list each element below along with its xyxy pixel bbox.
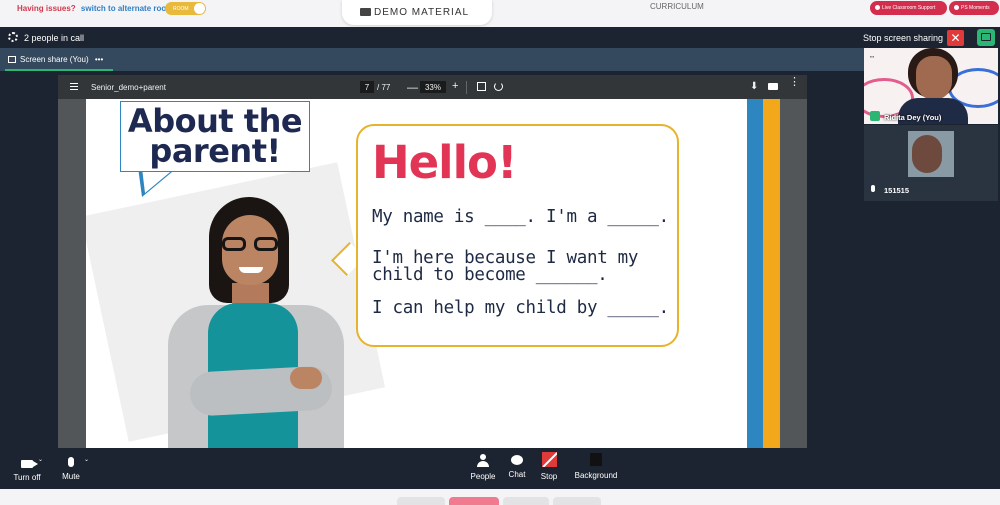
- tab-screen-share[interactable]: Screen share (You) •••: [8, 55, 103, 64]
- issues-notice: Having issues? switch to alternate room: [17, 4, 173, 13]
- toolbar-divider: [466, 81, 467, 94]
- live-support-label: Live Classroom Support: [882, 5, 936, 11]
- pdf-toolbar: Senior_demo+parent 7 / 77 — 33% + ⬇ ⋮: [58, 75, 807, 99]
- video-camera-icon: [21, 460, 38, 468]
- chat-button[interactable]: Chat: [505, 448, 529, 479]
- top-bar: Having issues? switch to alternate room …: [0, 0, 1000, 26]
- parent-illustration: [160, 197, 350, 448]
- page-number-input[interactable]: 7: [360, 81, 374, 93]
- document-name: Senior_demo+parent: [91, 83, 166, 92]
- prompt-line-1: My name is ____. I'm a _____.: [372, 207, 669, 227]
- gear-icon[interactable]: [8, 32, 18, 42]
- stop-sharing-close-button[interactable]: ✕: [947, 30, 964, 46]
- participant-name: Ridita Dey (You): [884, 113, 942, 122]
- stop-sharing-label[interactable]: Stop screen sharing: [863, 33, 943, 43]
- curriculum-tab[interactable]: CURRICULUM: [650, 2, 704, 11]
- mic-icon: [871, 185, 875, 192]
- toggle-knob: [194, 3, 205, 14]
- more-options-icon[interactable]: ⋮: [789, 77, 800, 88]
- logo-icon: ▪▪▪: [870, 54, 875, 59]
- people-button[interactable]: People: [468, 448, 498, 481]
- chevron-down-icon[interactable]: ⌄: [84, 456, 89, 463]
- background-button[interactable]: Background: [570, 448, 622, 480]
- zoom-input[interactable]: 33%: [420, 81, 446, 93]
- bottom-tab: [449, 497, 499, 505]
- background-label: Background: [574, 471, 618, 480]
- chat-icon: [511, 455, 523, 465]
- bottom-tab: [553, 497, 601, 505]
- neck: [232, 283, 269, 305]
- demo-material-button[interactable]: DEMO MATERIAL: [342, 0, 492, 25]
- ps-moments-button[interactable]: PS Moments: [949, 1, 999, 15]
- rotate-icon[interactable]: [494, 82, 503, 91]
- smile: [239, 267, 263, 273]
- mute-label: Mute: [62, 472, 80, 481]
- about-line-2: parent!: [149, 132, 281, 170]
- page-total: / 77: [377, 83, 391, 92]
- prompt-line-3: I can help my child by _____.: [372, 298, 669, 318]
- screen-share-button[interactable]: [977, 29, 995, 46]
- print-icon[interactable]: [768, 83, 778, 90]
- folder-icon: [360, 8, 371, 16]
- menu-icon[interactable]: [70, 83, 78, 90]
- prompt-line-2: I'm here because I want my child to beco…: [372, 248, 639, 285]
- issues-text: Having issues?: [17, 4, 76, 13]
- chevron-down-icon[interactable]: ⌄: [38, 456, 43, 463]
- mic-active-icon: [870, 111, 880, 121]
- call-controls: Turn off ⌄ Mute ⌄ People Chat Stop Backg…: [0, 448, 1000, 489]
- demo-material-label: DEMO MATERIAL: [374, 7, 470, 18]
- tab-label: Screen share (You): [20, 55, 89, 64]
- shared-screen: Senior_demo+parent 7 / 77 — 33% + ⬇ ⋮ Ab…: [0, 71, 864, 448]
- bottom-tab: [397, 497, 445, 505]
- participants-panel: ▪▪▪ Ridita Dey (You) 151515: [864, 48, 1000, 469]
- stop-share-button[interactable]: Stop: [538, 448, 560, 481]
- about-parent-heading: About the parent!: [120, 101, 310, 172]
- participant-tile[interactable]: ▪▪▪ Ridita Dey (You): [864, 48, 998, 124]
- switch-room-link[interactable]: switch to alternate room: [81, 4, 173, 13]
- people-icon: [477, 454, 489, 467]
- participant-face: [912, 135, 942, 173]
- participant-face: [916, 56, 952, 100]
- download-icon[interactable]: ⬇: [750, 81, 758, 92]
- live-support-button[interactable]: Live Classroom Support: [870, 1, 947, 15]
- hand: [290, 367, 322, 389]
- room-toggle[interactable]: ROOM: [165, 2, 206, 15]
- fit-page-icon[interactable]: [477, 82, 486, 91]
- participant-tile[interactable]: 151515: [864, 125, 998, 201]
- moments-icon: [954, 5, 959, 10]
- zoom-in-button[interactable]: +: [452, 80, 458, 92]
- hello-heading: Hello!: [372, 136, 517, 189]
- yellow-stripe: [763, 99, 780, 448]
- tab-bar: Screen share (You) •••: [0, 48, 864, 71]
- screen-share-icon: [8, 56, 16, 63]
- people-count: 2 people in call: [24, 33, 85, 43]
- camera-label: Turn off: [13, 473, 41, 482]
- call-header: 2 people in call Stop screen sharing ✕: [0, 27, 1000, 48]
- participant-name: 151515: [884, 186, 910, 195]
- slide-page: About the parent! Hello! My name is ____…: [86, 99, 780, 448]
- microphone-icon: [68, 457, 74, 467]
- background-icon: [590, 453, 602, 466]
- stop-label: Stop: [540, 472, 558, 481]
- call-window: 2 people in call Stop screen sharing ✕ S…: [0, 27, 1000, 489]
- support-icon: [875, 5, 880, 10]
- glasses-icon: [222, 237, 280, 251]
- tab-more-button[interactable]: •••: [95, 55, 103, 64]
- people-label: People: [470, 472, 496, 481]
- zoom-out-button[interactable]: —: [407, 82, 418, 94]
- screen-icon: [981, 33, 991, 41]
- chat-label: Chat: [508, 470, 526, 479]
- bottom-tab: [503, 497, 549, 505]
- mute-button[interactable]: Mute: [58, 448, 84, 481]
- blue-stripe: [747, 99, 763, 448]
- camera-button[interactable]: Turn off: [10, 448, 44, 482]
- room-toggle-label: ROOM: [173, 6, 189, 12]
- pdf-viewer: Senior_demo+parent 7 / 77 — 33% + ⬇ ⋮ Ab…: [58, 75, 807, 448]
- stop-share-icon: [541, 452, 557, 467]
- speech-bubble: Hello! My name is ____. I'm a _____. I'm…: [356, 124, 679, 347]
- ps-moments-label: PS Moments: [961, 5, 990, 11]
